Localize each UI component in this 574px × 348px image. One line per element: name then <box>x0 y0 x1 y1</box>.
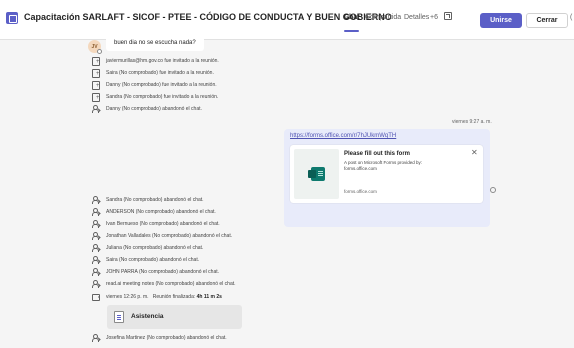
message-timestamp: viernes 9:27 a. m. <box>452 119 492 125</box>
person-leave-icon <box>92 280 101 288</box>
link-preview-card[interactable]: Please fill out this form A post on Micr… <box>290 145 483 203</box>
event-text: Danny (No comprobado) fue invitado a la … <box>106 82 217 88</box>
event-text: Danny (No comprobado) abandonó el chat. <box>106 106 202 112</box>
attendance-card[interactable]: Asistencia <box>107 305 242 329</box>
message-bubble[interactable]: buen dia no se escucha nada? <box>106 36 204 51</box>
close-button[interactable]: Cerrar <box>526 13 568 28</box>
person-leave-icon <box>92 232 101 240</box>
close-icon[interactable]: ✕ <box>471 148 478 157</box>
overflow-glyph: ( <box>570 14 573 21</box>
person-add-icon <box>92 81 100 90</box>
event-text: Sandra (No comprobado) fue invitado a la… <box>106 94 219 100</box>
document-icon <box>114 311 124 323</box>
person-leave-icon <box>92 256 101 264</box>
person-add-icon <box>92 69 100 78</box>
forms-link[interactable]: https://forms.office.com/r/7hJUkmWqTH <box>290 133 396 139</box>
tab-details[interactable]: Detalles <box>404 14 429 21</box>
event-text: javiermurillas@hm.gov.co fue invitado a … <box>106 58 219 64</box>
microsoft-forms-icon <box>308 167 325 181</box>
event-text: JOHN PARRA (No comprobado) abandonó el c… <box>106 269 220 275</box>
join-button[interactable]: Unirse <box>480 13 522 28</box>
person-leave-icon <box>92 268 101 276</box>
event-text: ANDERSON (No comprobado) abandonó el cha… <box>106 209 216 215</box>
meeting-ended-time: viernes 12:26 p. m. <box>106 294 149 300</box>
meeting-chat-icon <box>6 12 18 24</box>
event-text: Sandra (No comprobado) abandonó el chat. <box>106 197 204 203</box>
read-receipt-icon <box>490 187 496 193</box>
person-add-icon <box>92 93 100 102</box>
event-text: Josefina Martinez (No comprobado) abando… <box>106 335 227 341</box>
meeting-title: Capacitación SARLAFT - SICOF - PTEE - CÓ… <box>24 12 392 22</box>
popout-icon[interactable] <box>444 12 452 20</box>
person-leave-icon <box>92 334 101 342</box>
preview-thumbnail <box>294 149 339 199</box>
event-text: read.ai meeting notes (No comprobado) ab… <box>106 281 236 287</box>
meeting-ended-label: Reunión finalizada: <box>152 294 196 300</box>
event-text: Ivan Bernueso (No comprobado) abandonó e… <box>106 221 220 227</box>
preview-domain: forms.office.com <box>344 189 377 194</box>
person-leave-icon <box>92 105 101 113</box>
person-add-icon <box>92 57 100 66</box>
person-leave-icon <box>92 196 101 204</box>
tab-chat[interactable]: Chat <box>344 14 360 21</box>
tab-shared[interactable]: Compartida <box>365 14 401 21</box>
person-leave-icon <box>92 220 101 228</box>
event-text: viernes 12:26 p. m. Reunión finalizada: … <box>106 292 222 302</box>
active-tab-indicator <box>344 30 359 32</box>
event-text: Saira (No comprobado) fue invitado a la … <box>106 70 214 76</box>
tab-more-label: +6 <box>430 14 438 21</box>
meeting-duration: 4h 11 m 2s <box>196 294 222 300</box>
attendance-label: Asistencia <box>131 313 164 320</box>
person-leave-icon <box>92 208 101 216</box>
own-message-bubble[interactable]: https://forms.office.com/r/7hJUkmWqTH Pl… <box>284 129 490 227</box>
call-icon <box>92 293 100 301</box>
tab-more[interactable]: +6 <box>430 14 438 21</box>
preview-title: Please fill out this form <box>344 151 411 157</box>
meeting-header: Capacitación SARLAFT - SICOF - PTEE - CÓ… <box>0 0 574 40</box>
chat-pane[interactable]: JV buen dia no se escucha nada? javiermu… <box>0 36 574 348</box>
event-text: Saira (No comprobado) abandonó el chat. <box>106 257 200 263</box>
presence-status-icon <box>97 49 102 54</box>
event-text: Juliana (No comprobado) abandonó el chat… <box>106 245 204 251</box>
preview-description: A post on Microsoft Forms provided by: f… <box>344 160 423 171</box>
event-text: Jonathan Valladales (No comprobado) aban… <box>106 233 233 239</box>
person-leave-icon <box>92 244 101 252</box>
